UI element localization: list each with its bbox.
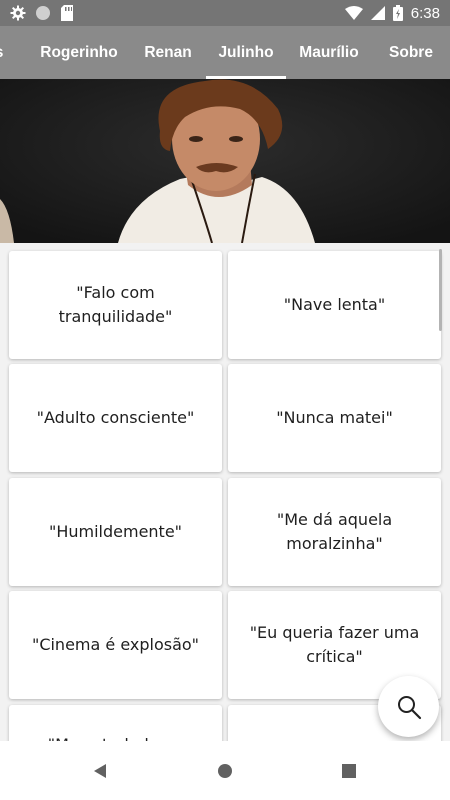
gear-icon [10,5,26,21]
tab-renan[interactable]: Renan [131,26,205,79]
header-image [0,79,450,243]
phrase-grid: "Falo com tranquilidade" "Nave lenta" "A… [0,243,450,741]
signal-icon [370,6,385,20]
phrase-card[interactable]: "Adulto consciente" [9,364,222,472]
status-bar: 6:38 [0,0,450,26]
circle-icon [35,5,51,21]
back-button[interactable] [75,741,125,800]
tab-sobre[interactable]: Sobre [374,26,448,79]
back-icon [93,763,107,779]
phrase-card[interactable]: "Cinema é explosão" [9,591,222,699]
sd-card-icon [60,5,74,21]
recents-icon [342,763,356,778]
phrase-card[interactable]: "Falo com tranquilidade" [9,251,222,359]
home-button[interactable] [200,741,250,800]
phrase-card[interactable]: "Humildemente" [9,478,222,586]
tab-julinho[interactable]: Julinho [206,26,286,79]
home-icon [217,763,233,779]
phrase-card[interactable]: "Nunca matei" [228,364,441,472]
tab-bar: s Rogerinho Renan Julinho Maurílio Sobre [0,26,450,79]
phrase-card[interactable]: "Nave lenta" [228,251,441,359]
tab-maurilio[interactable]: Maurílio [286,26,372,79]
tab-rogerinho[interactable]: Rogerinho [27,26,131,79]
navigation-bar [0,741,450,800]
tab-partial[interactable]: s [0,26,8,79]
search-icon [396,694,422,720]
search-button[interactable] [378,676,439,737]
status-time: 6:38 [410,4,440,22]
phrase-card[interactable]: "Mas atrelado ao [9,705,222,741]
recents-button[interactable] [324,741,374,800]
wifi-icon [344,6,363,20]
scrollbar[interactable] [439,249,442,331]
phrase-card[interactable]: "Me dá aquela moralzinha" [228,478,441,586]
battery-icon [392,5,403,21]
